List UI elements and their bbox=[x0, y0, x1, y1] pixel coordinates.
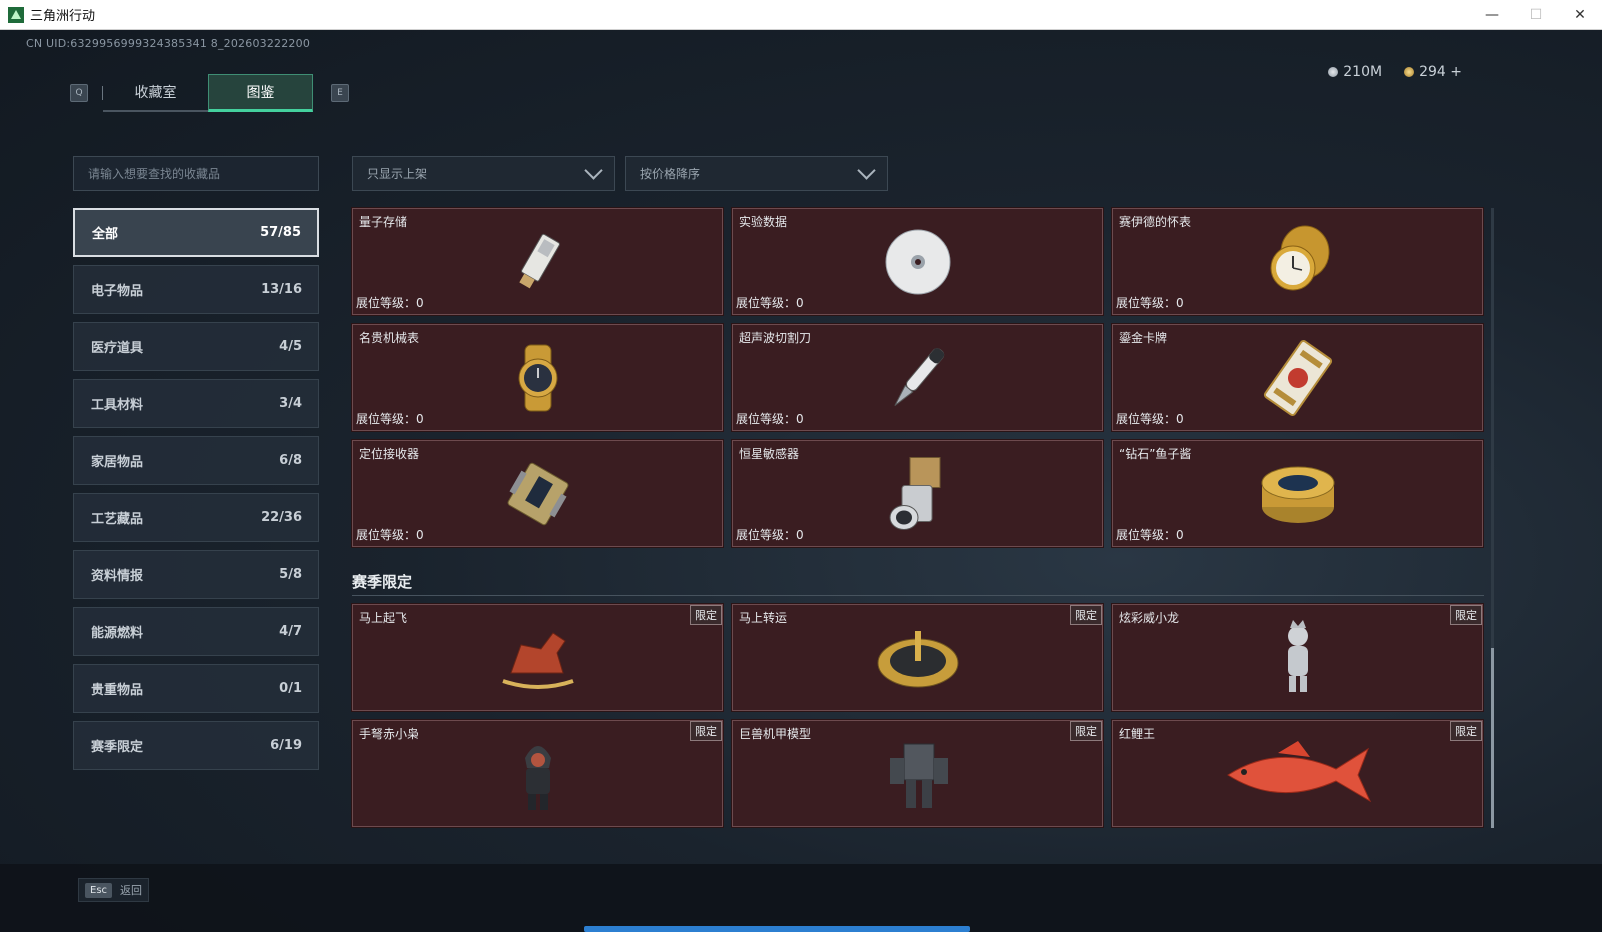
season-item-card[interactable]: 手弩赤小枭 限定 bbox=[351, 719, 724, 828]
category-crafts[interactable]: 工艺藏品 22/36 bbox=[73, 493, 319, 542]
limited-badge: 限定 bbox=[1450, 721, 1482, 741]
minimize-icon[interactable]: — bbox=[1470, 0, 1514, 30]
search-input[interactable]: 请输入想要查找的收藏品 bbox=[73, 156, 319, 191]
pocket-watch-icon bbox=[1270, 225, 1329, 290]
item-card[interactable]: 鎏金卡牌 展位等级：0 bbox=[1111, 323, 1484, 432]
item-card[interactable]: 定位接收器 展位等级：0 bbox=[351, 439, 724, 548]
chevron-down-icon bbox=[857, 161, 876, 180]
esc-key-hint: Esc bbox=[85, 882, 113, 898]
roulette-icon bbox=[877, 630, 958, 687]
item-card[interactable]: 名贵机械表 展位等级：0 bbox=[351, 323, 724, 432]
chevron-down-icon bbox=[584, 161, 603, 180]
e-key-hint[interactable]: E bbox=[331, 84, 349, 102]
category-electronics[interactable]: 电子物品 13/16 bbox=[73, 265, 319, 314]
close-icon[interactable]: ✕ bbox=[1558, 0, 1602, 30]
season-item-card[interactable]: 炫彩威小龙 限定 bbox=[1111, 603, 1484, 712]
window-title: 三角洲行动 bbox=[30, 9, 96, 24]
scrollbar[interactable] bbox=[1491, 208, 1494, 828]
item-card[interactable]: “钻石”鱼子酱 展位等级：0 bbox=[1111, 439, 1484, 548]
category-home[interactable]: 家居物品 6/8 bbox=[73, 436, 319, 485]
gold-coin-icon bbox=[1404, 67, 1415, 77]
app-logo-icon bbox=[8, 6, 24, 23]
item-card[interactable]: 实验数据 展位等级：0 bbox=[731, 207, 1104, 316]
category-valuables[interactable]: 贵重物品 0/1 bbox=[73, 664, 319, 713]
limited-badge: 限定 bbox=[1450, 605, 1482, 625]
caviar-tin-icon bbox=[1261, 466, 1334, 523]
category-all[interactable]: 全部 57/85 bbox=[73, 208, 319, 257]
mech-model-icon bbox=[889, 743, 948, 808]
silver-currency: 210M bbox=[1328, 64, 1382, 80]
cutter-icon bbox=[893, 347, 944, 406]
footer-bar bbox=[0, 864, 1602, 932]
red-carp-icon bbox=[1226, 740, 1371, 802]
tab-collection-room[interactable]: 收藏室 bbox=[103, 74, 208, 112]
category-list: 全部 57/85 电子物品 13/16 医疗道具 4/5 工具材料 3/4 家居物品 6/… bbox=[73, 208, 319, 778]
rocking-horse-icon bbox=[501, 631, 574, 689]
item-card[interactable]: 恒星敏感器 展位等级：0 bbox=[731, 439, 1104, 548]
gold-currency: 294 + bbox=[1404, 64, 1462, 80]
back-label: 返回 bbox=[120, 884, 143, 897]
limited-badge: 限定 bbox=[1070, 721, 1102, 741]
sensor-icon bbox=[889, 456, 940, 530]
maximize-icon[interactable]: ☐ bbox=[1514, 0, 1558, 30]
item-card[interactable]: 赛伊德的怀表 展位等级：0 bbox=[1111, 207, 1484, 316]
tab-divider bbox=[88, 86, 103, 100]
limited-badge: 限定 bbox=[1070, 605, 1102, 625]
limited-badge: 限定 bbox=[690, 605, 722, 625]
category-energy[interactable]: 能源燃料 4/7 bbox=[73, 607, 319, 656]
item-card[interactable]: 量子存储 展位等级：0 bbox=[351, 207, 724, 316]
category-medical[interactable]: 医疗道具 4/5 bbox=[73, 322, 319, 371]
item-card[interactable]: 超声波切割刀 展位等级：0 bbox=[731, 323, 1104, 432]
disc-icon bbox=[885, 229, 950, 294]
season-item-card[interactable]: 巨兽机甲模型 限定 bbox=[731, 719, 1104, 828]
uid-label: CN UID:6329956999324385341 8_20260322220… bbox=[26, 37, 311, 50]
season-item-grid: 马上起飞 限定 马上转运 限定 炫彩威小龙 限定 手弩赤小枭 限定 巨兽机甲模型… bbox=[351, 603, 1484, 828]
section-divider bbox=[352, 595, 1484, 596]
add-currency-button[interactable]: + bbox=[1450, 64, 1462, 80]
q-key-hint[interactable]: Q bbox=[70, 84, 88, 102]
top-tabs: Q 收藏室 图鉴 E bbox=[70, 73, 349, 113]
receiver-icon bbox=[507, 462, 568, 525]
category-tools[interactable]: 工具材料 3/4 bbox=[73, 379, 319, 428]
season-item-card[interactable]: 红鲤王 限定 bbox=[1111, 719, 1484, 828]
limited-badge: 限定 bbox=[690, 721, 722, 741]
hooded-figure-icon bbox=[524, 745, 551, 810]
section-title: 赛季限定 bbox=[352, 573, 413, 591]
back-button[interactable]: Esc 返回 bbox=[78, 878, 150, 902]
card-icon bbox=[1263, 339, 1332, 416]
taskbar-indicator bbox=[584, 926, 970, 932]
figurine-icon bbox=[1287, 619, 1308, 692]
listing-filter-dropdown[interactable]: 只显示上架 bbox=[352, 156, 615, 191]
sort-dropdown[interactable]: 按价格降序 bbox=[625, 156, 888, 191]
tab-codex[interactable]: 图鉴 bbox=[208, 74, 313, 112]
season-item-card[interactable]: 马上起飞 限定 bbox=[351, 603, 724, 712]
window-controls: — ☐ ✕ bbox=[1470, 0, 1602, 30]
silver-coin-icon bbox=[1328, 67, 1339, 77]
currency-bar: 210M 294 + bbox=[1328, 64, 1462, 80]
scrollbar-thumb[interactable] bbox=[1491, 648, 1494, 828]
season-item-card[interactable]: 马上转运 限定 bbox=[731, 603, 1104, 712]
window-titlebar: 三角洲行动 — ☐ ✕ bbox=[0, 0, 1602, 30]
wristwatch-icon bbox=[518, 344, 557, 411]
item-grid: 量子存储 展位等级：0 实验数据 展位等级：0 赛伊德的怀表 展位等级：0 名贵… bbox=[351, 207, 1484, 548]
category-intel[interactable]: 资料情报 5/8 bbox=[73, 550, 319, 599]
usb-drive-icon bbox=[518, 233, 560, 288]
category-season[interactable]: 赛季限定 6/19 bbox=[73, 721, 319, 770]
